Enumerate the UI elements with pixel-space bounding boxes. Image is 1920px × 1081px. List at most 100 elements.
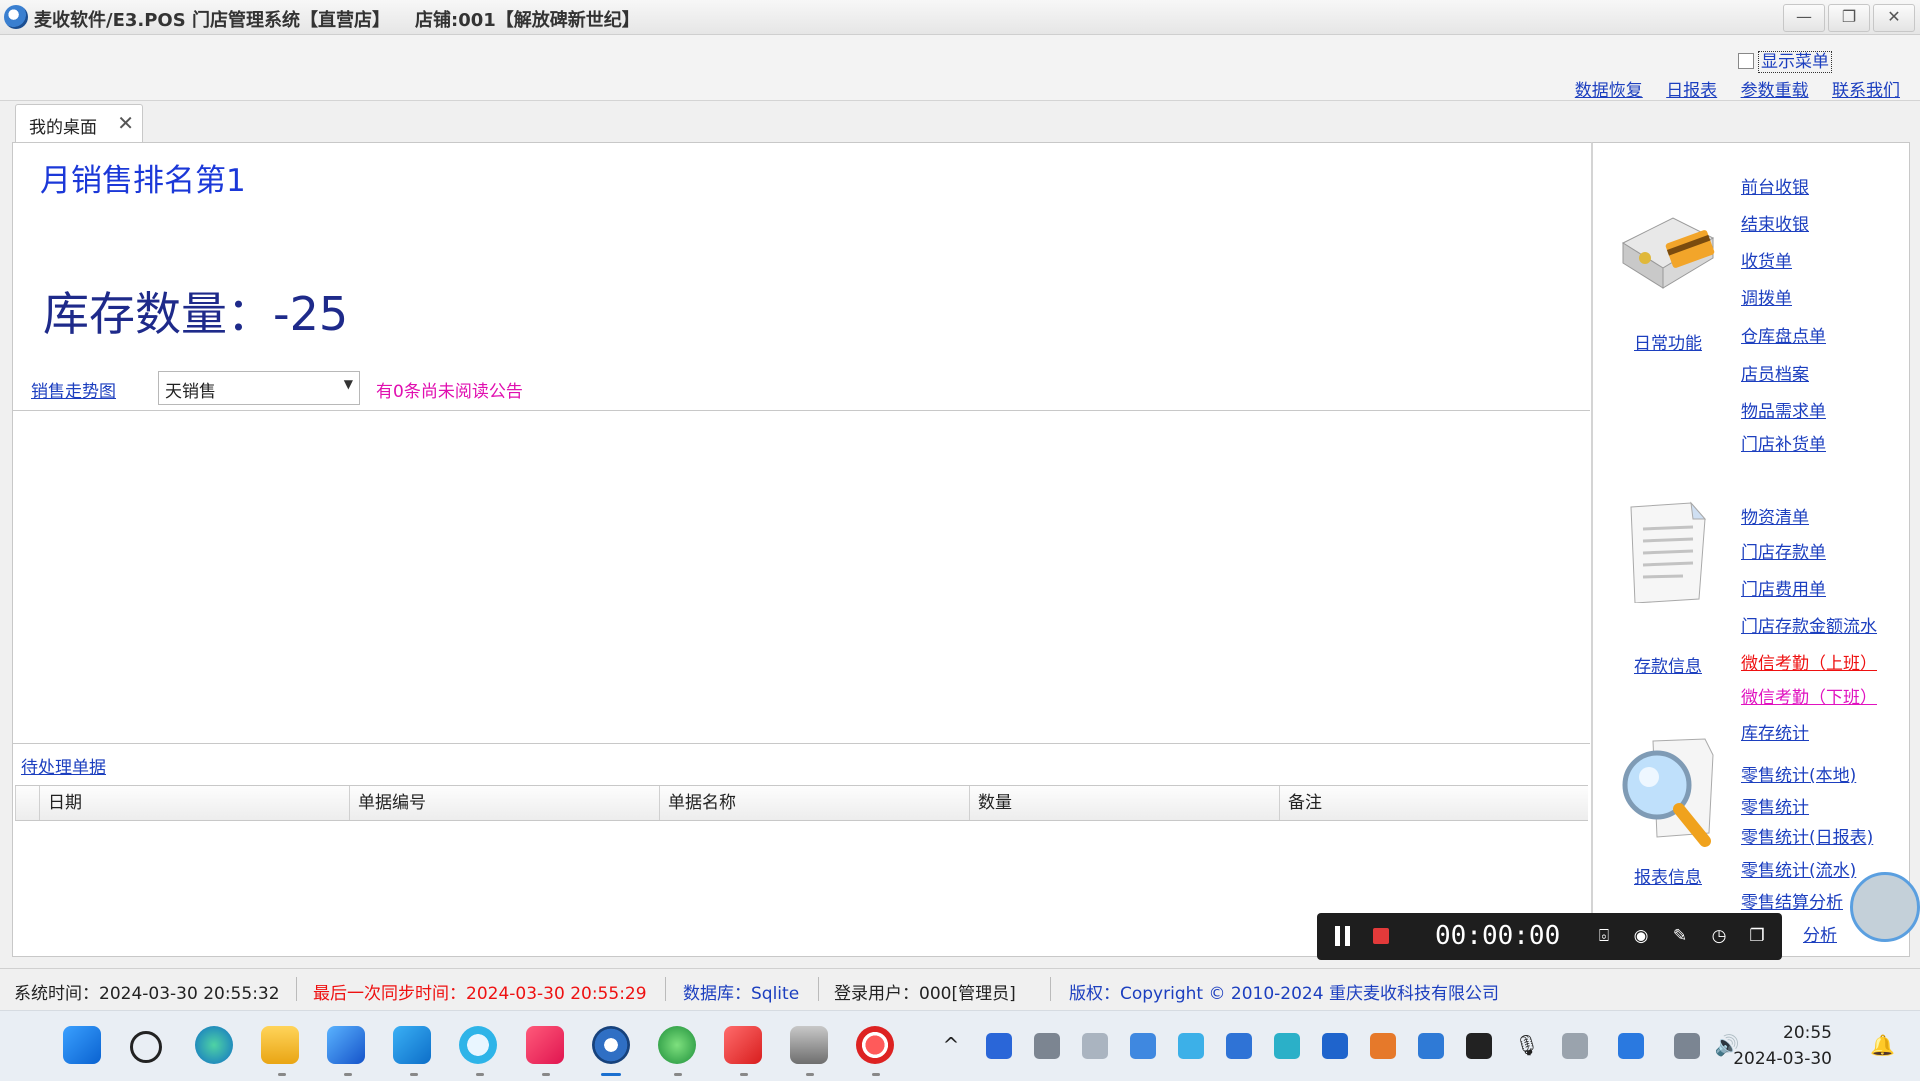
column-header-doc-number[interactable]: 单据编号 bbox=[349, 786, 659, 820]
tray-flag-icon[interactable] bbox=[1274, 1033, 1300, 1059]
recorder-app-icon[interactable] bbox=[856, 1026, 894, 1064]
notification-bell-icon[interactable]: 🔔 bbox=[1870, 1033, 1896, 1059]
tray-star-icon[interactable] bbox=[1226, 1033, 1252, 1059]
document-icon[interactable] bbox=[1613, 499, 1721, 604]
top-links: 数据恢复 日报表 参数重载 联系我们 bbox=[1557, 76, 1900, 101]
sidebar-item-demand-order[interactable]: 物品需求单 bbox=[1741, 397, 1826, 422]
stop-record-icon[interactable] bbox=[1373, 928, 1389, 944]
sidebar-item-retail-stats[interactable]: 零售统计 bbox=[1741, 793, 1809, 818]
sidebar-item-retail-daily[interactable]: 零售统计(日报表) bbox=[1741, 823, 1873, 848]
clock-time[interactable]: 20:55 bbox=[1783, 1023, 1832, 1043]
tray-chat-icon[interactable] bbox=[1178, 1033, 1204, 1059]
copyright-text: 版权：Copyright © 2010-2024 重庆麦收科技有限公司 bbox=[1069, 984, 1499, 1004]
media-app-icon[interactable] bbox=[526, 1026, 564, 1064]
camera-icon[interactable]: ◉ bbox=[1631, 926, 1651, 946]
login-user: 登录用户：000[管理员] bbox=[834, 984, 1016, 1004]
column-header-date[interactable]: 日期 bbox=[39, 786, 349, 820]
tray-input-icon[interactable] bbox=[1562, 1033, 1588, 1059]
sidebar-item-replenish-order[interactable]: 门店补货单 bbox=[1741, 430, 1826, 455]
tab-label[interactable]: 我的桌面 bbox=[29, 113, 97, 138]
tray-shield-icon[interactable] bbox=[1418, 1033, 1444, 1059]
pos-register-icon[interactable] bbox=[1613, 198, 1721, 302]
windows-start-icon[interactable] bbox=[63, 1026, 101, 1064]
function-sidebar: 日常功能 前台收银 结束收银 收货单 调拨单 仓库盘点单 店员档案 物品需求单 … bbox=[1591, 142, 1910, 957]
restore-button[interactable]: ❐ bbox=[1828, 4, 1870, 32]
tab-my-desktop[interactable]: 我的桌面 ✕ bbox=[15, 104, 143, 143]
sidebar-item-stock-stats[interactable]: 库存统计 bbox=[1741, 719, 1809, 744]
minimize-button[interactable]: — bbox=[1783, 4, 1825, 32]
dropdown-arrow-icon[interactable]: ▼ bbox=[344, 377, 353, 391]
column-header-doc-name[interactable]: 单据名称 bbox=[659, 786, 969, 820]
column-header-remarks[interactable]: 备注 bbox=[1279, 786, 1588, 820]
close-tab-icon[interactable]: ✕ bbox=[117, 111, 134, 135]
sales-trend-link[interactable]: 销售走势图 bbox=[31, 377, 116, 402]
tray-chevron-up-icon[interactable]: ^ bbox=[938, 1033, 964, 1059]
tray-mic-icon[interactable]: 🎙 bbox=[1514, 1033, 1540, 1059]
unread-notice-link[interactable]: 有0条尚未阅读公告 bbox=[376, 377, 523, 402]
sidebar-item-store-deposit[interactable]: 门店存款单 bbox=[1741, 538, 1826, 563]
pause-icon[interactable] bbox=[1335, 926, 1350, 946]
reload-params-link[interactable]: 参数重载 bbox=[1741, 81, 1809, 101]
period-select[interactable]: 天销售 ▼ bbox=[158, 371, 360, 405]
tray-message-icon[interactable] bbox=[1034, 1033, 1060, 1059]
tray-q-icon[interactable] bbox=[1618, 1033, 1644, 1059]
app-cube-icon[interactable] bbox=[327, 1026, 365, 1064]
show-menu-checkbox[interactable]: 显示菜单 bbox=[1738, 47, 1832, 73]
window-icon[interactable]: ❐ bbox=[1747, 926, 1767, 946]
column-header-quantity[interactable]: 数量 bbox=[969, 786, 1279, 820]
search-icon[interactable] bbox=[130, 1031, 162, 1063]
clock-date[interactable]: 2024-03-30 bbox=[1733, 1049, 1832, 1069]
browser-globe-icon[interactable] bbox=[658, 1026, 696, 1064]
sidebar-item-transfer[interactable]: 调拨单 bbox=[1741, 284, 1792, 309]
sidebar-item-wechat-checkout[interactable]: 微信考勤（下班） bbox=[1741, 683, 1877, 708]
sidebar-item-store-expense[interactable]: 门店费用单 bbox=[1741, 575, 1826, 600]
sidebar-item-retail-local[interactable]: 零售统计(本地) bbox=[1741, 761, 1856, 786]
pending-documents-link[interactable]: 待处理单据 bbox=[21, 753, 106, 778]
close-window-button[interactable]: ✕ bbox=[1873, 4, 1915, 32]
tray-cube-icon[interactable] bbox=[1322, 1033, 1348, 1059]
tray-nvidia-icon[interactable] bbox=[1466, 1033, 1492, 1059]
edge-browser-icon[interactable] bbox=[195, 1026, 233, 1064]
tray-sync-icon[interactable] bbox=[1370, 1033, 1396, 1059]
show-menu-label[interactable]: 显示菜单 bbox=[1758, 51, 1832, 73]
sidebar-item-retail-flow[interactable]: 零售统计(流水) bbox=[1741, 856, 1856, 881]
sidebar-item-retail-settlement[interactable]: 零售结算分析 bbox=[1741, 888, 1843, 913]
tray-app-icon[interactable] bbox=[986, 1033, 1012, 1059]
data-restore-link[interactable]: 数据恢复 bbox=[1575, 81, 1643, 101]
sidebar-item-deposit-flow[interactable]: 门店存款金额流水 bbox=[1741, 612, 1877, 637]
period-select-value: 天销售 bbox=[165, 382, 216, 402]
sidebar-item-end-cashier[interactable]: 结束收银 bbox=[1741, 210, 1809, 235]
tray-network-app-icon[interactable] bbox=[1082, 1033, 1108, 1059]
pen-icon[interactable]: ✎ bbox=[1670, 926, 1690, 946]
sidebar-item-staff-records[interactable]: 店员档案 bbox=[1741, 360, 1809, 385]
sidebar-item-stocktake[interactable]: 仓库盘点单 bbox=[1741, 322, 1826, 347]
toolbar: 显示菜单 数据恢复 日报表 参数重载 联系我们 bbox=[0, 35, 1920, 101]
timer-icon[interactable]: ◷ bbox=[1709, 926, 1729, 946]
vscode-icon[interactable] bbox=[393, 1026, 431, 1064]
contact-us-link[interactable]: 联系我们 bbox=[1832, 81, 1900, 101]
magnifier-report-icon[interactable] bbox=[1613, 733, 1721, 847]
title-bar: 麦收软件/E3.POS 门店管理系统【直营店】 店铺:001【解放碑新世纪】 —… bbox=[0, 0, 1920, 35]
sidebar-item-analysis[interactable]: 分析 bbox=[1803, 921, 1837, 946]
e3pos-app-icon[interactable] bbox=[592, 1026, 630, 1064]
sidebar-item-material-list[interactable]: 物资清单 bbox=[1741, 503, 1809, 528]
daily-functions-link[interactable]: 日常功能 bbox=[1593, 329, 1743, 354]
report-info-link[interactable]: 报表信息 bbox=[1593, 863, 1743, 888]
sidebar-item-wechat-checkin[interactable]: 微信考勤（上班） bbox=[1741, 649, 1877, 674]
recording-timer: 00:00:00 bbox=[1435, 921, 1561, 951]
sidebar-item-front-cashier[interactable]: 前台收银 bbox=[1741, 173, 1809, 198]
tray-monitor-icon[interactable] bbox=[1674, 1033, 1700, 1059]
dashboard-panel: 月销售排名第1 库存数量：-25 销售走势图 天销售 ▼ 有0条尚未阅读公告 待… bbox=[12, 142, 1592, 957]
tray-k-icon[interactable] bbox=[1130, 1033, 1156, 1059]
region-capture-icon[interactable]: ⌻ bbox=[1594, 926, 1614, 946]
sidebar-item-receipt[interactable]: 收货单 bbox=[1741, 247, 1792, 272]
chat-app-icon[interactable] bbox=[459, 1026, 497, 1064]
file-explorer-icon[interactable] bbox=[261, 1026, 299, 1064]
sales-trend-chart-area bbox=[13, 410, 1590, 744]
assistant-bubble-icon[interactable] bbox=[1850, 872, 1920, 942]
wps-office-icon[interactable] bbox=[724, 1026, 762, 1064]
daily-report-link[interactable]: 日报表 bbox=[1666, 81, 1717, 101]
checkbox-icon[interactable] bbox=[1738, 53, 1754, 69]
deposit-info-link[interactable]: 存款信息 bbox=[1593, 652, 1743, 677]
tool-app-icon[interactable] bbox=[790, 1026, 828, 1064]
